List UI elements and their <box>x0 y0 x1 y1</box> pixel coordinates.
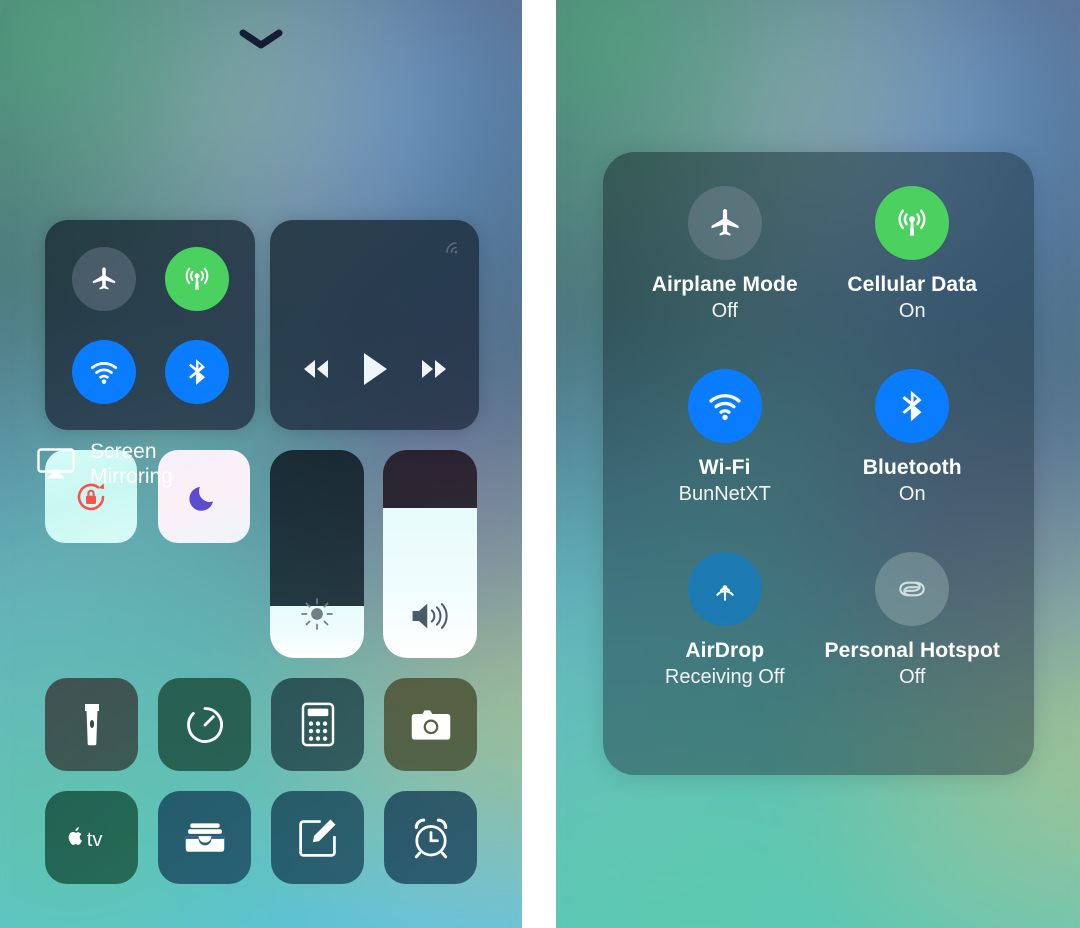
expanded-item-bluetooth[interactable]: Bluetooth On <box>819 369 1007 552</box>
screen-mirroring-label: Screen Mirroring <box>90 439 173 489</box>
expanded-item-airplane-mode[interactable]: Airplane Mode Off <box>631 186 819 369</box>
brightness-sun-icon <box>270 594 364 634</box>
volume-slider-fill <box>383 508 477 658</box>
airplane-mode-status: Off <box>711 300 738 322</box>
panel-divider <box>522 0 556 928</box>
wifi-icon <box>709 394 741 421</box>
cellular-data-status: On <box>898 300 926 322</box>
camera-icon <box>411 709 450 740</box>
calculator-icon <box>301 702 334 747</box>
bluetooth-title: Bluetooth <box>862 456 962 479</box>
airplane-icon <box>711 209 739 236</box>
connectivity-expanded-panel: Airplane Mode Off Cellular Data On Wi-Fi… <box>556 0 1080 928</box>
wifi-toggle-large[interactable] <box>687 369 762 443</box>
personal-hotspot-status: Off <box>899 666 926 688</box>
brightness-slider[interactable] <box>270 450 364 658</box>
notes-tile[interactable] <box>271 791 364 884</box>
control-center-screenshot: Screen Mirroring tv Airplane Mode Off Ce… <box>0 0 1080 928</box>
expanded-item-cellular-data[interactable]: Cellular Data On <box>819 186 1007 369</box>
screen-mirroring-label-line1: Screen <box>90 440 157 463</box>
screen-mirroring-tile[interactable]: Screen Mirroring <box>0 0 205 488</box>
wallet-icon <box>185 822 224 852</box>
screen-mirroring-label-line2: Mirroring <box>90 465 173 488</box>
airdrop-title: AirDrop <box>685 639 765 662</box>
bluetooth-status: On <box>898 483 926 505</box>
bluetooth-icon <box>902 390 922 422</box>
hotspot-link-icon <box>899 581 926 597</box>
svg-text:tv: tv <box>86 828 102 850</box>
wifi-status: BunNetXT <box>678 483 771 505</box>
camera-tile[interactable] <box>384 678 477 771</box>
airdrop-toggle-large[interactable] <box>687 552 762 626</box>
expanded-connectivity-card: Airplane Mode Off Cellular Data On Wi-Fi… <box>603 152 1034 775</box>
timer-icon <box>186 706 223 743</box>
timer-tile[interactable] <box>158 678 251 771</box>
speaker-waves-icon <box>383 598 477 634</box>
alarm-tile[interactable] <box>384 791 477 884</box>
control-center-collapsed-panel: Screen Mirroring tv <box>0 0 522 928</box>
notes-pencil-icon <box>298 819 336 857</box>
expanded-item-airdrop[interactable]: AirDrop Receiving Off <box>631 552 819 735</box>
airplane-mode-toggle-large[interactable] <box>687 186 762 260</box>
airplay-screen-icon <box>37 448 75 479</box>
wallet-tile[interactable] <box>158 791 251 884</box>
personal-hotspot-toggle-large[interactable] <box>875 552 950 626</box>
cellular-antenna-icon <box>898 209 926 236</box>
airdrop-icon <box>716 585 734 601</box>
flashlight-icon <box>84 703 99 745</box>
alarm-clock-icon <box>414 818 447 858</box>
bluetooth-toggle-large[interactable] <box>875 369 950 443</box>
cellular-data-title: Cellular Data <box>847 273 978 296</box>
apple-tv-remote-tile[interactable]: tv <box>45 791 138 884</box>
calculator-tile[interactable] <box>271 678 364 771</box>
airplane-mode-title: Airplane Mode <box>651 273 798 296</box>
expanded-item-wifi[interactable]: Wi-Fi BunNetXT <box>631 369 819 552</box>
volume-slider[interactable] <box>383 450 477 658</box>
personal-hotspot-title: Personal Hotspot <box>824 639 1000 662</box>
cellular-data-toggle-large[interactable] <box>875 186 950 260</box>
flashlight-tile[interactable] <box>45 678 138 771</box>
apple-tv-icon: tv <box>68 826 102 850</box>
expanded-item-personal-hotspot[interactable]: Personal Hotspot Off <box>819 552 1007 735</box>
wifi-title: Wi-Fi <box>698 456 751 479</box>
airdrop-status: Receiving Off <box>664 666 785 688</box>
